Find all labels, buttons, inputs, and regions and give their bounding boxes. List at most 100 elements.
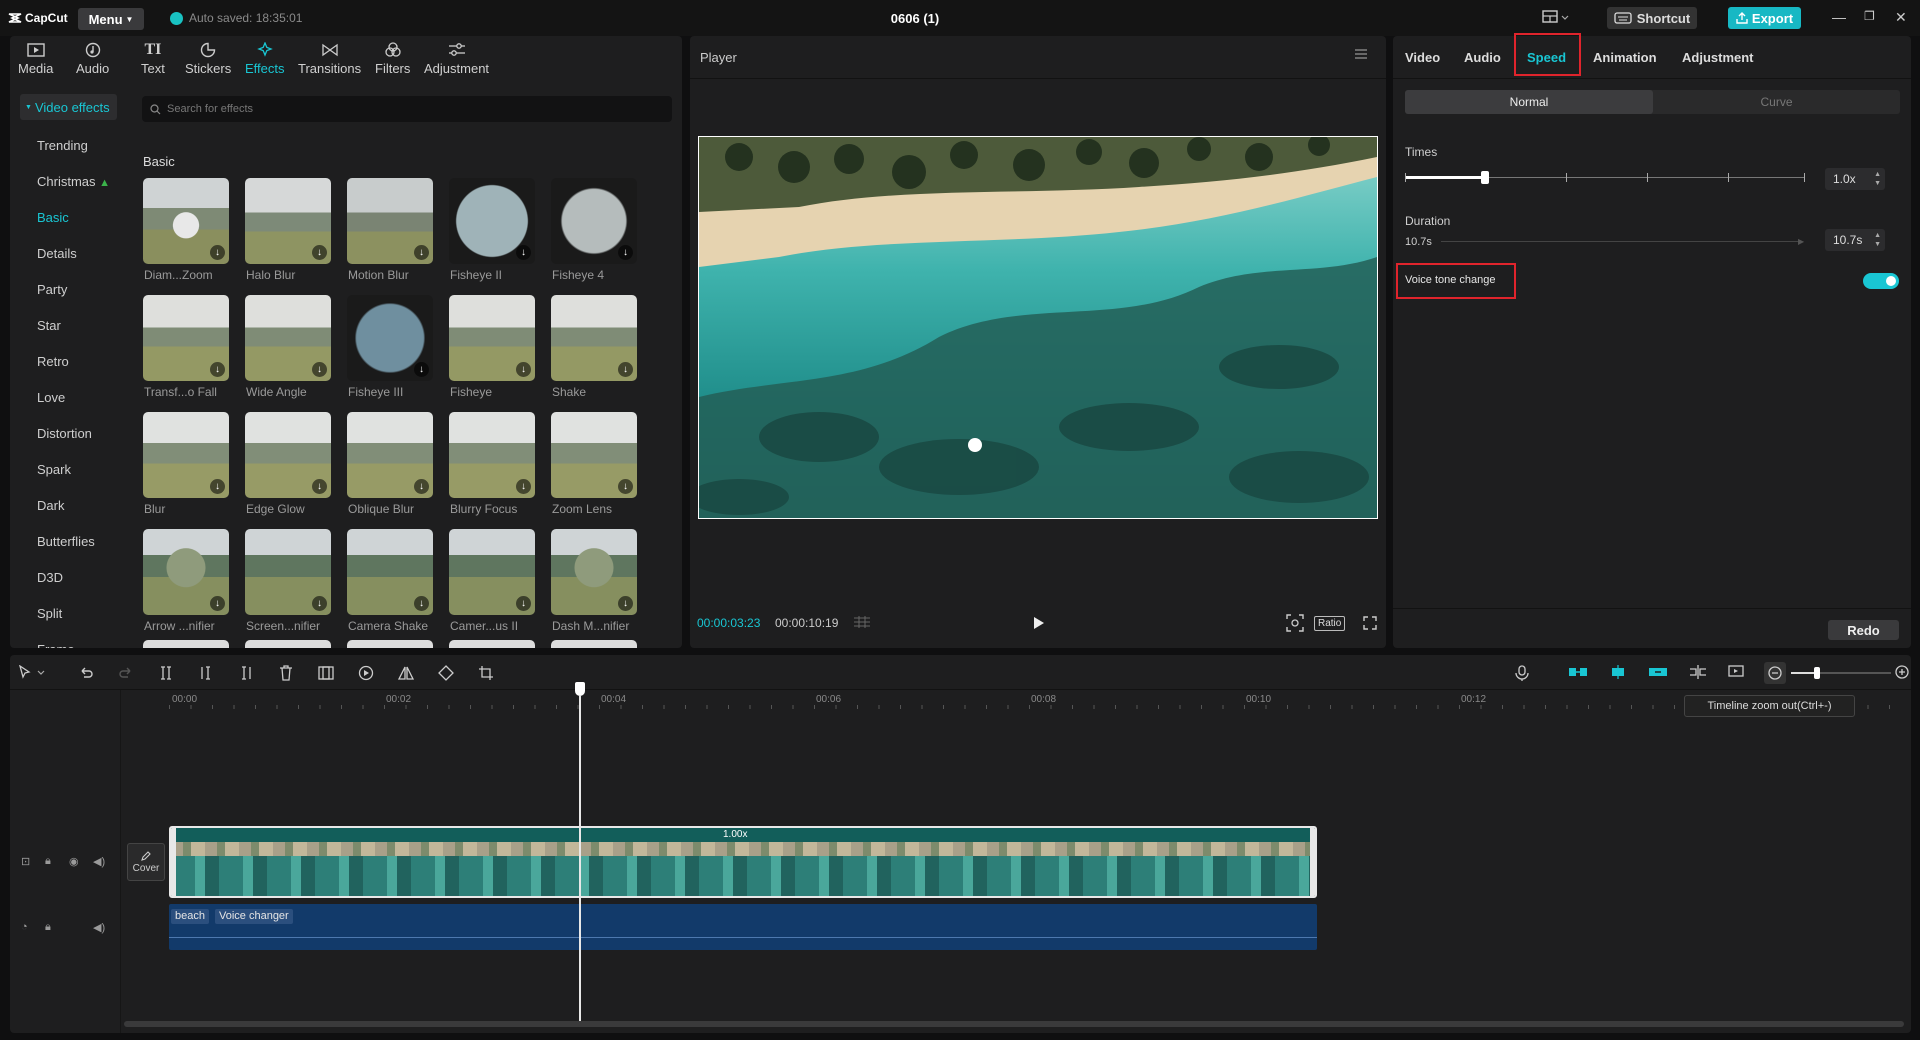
effect-thumbnail[interactable]: ↓ <box>551 529 637 615</box>
linkage-icon[interactable] <box>1648 665 1668 679</box>
nav-christmas[interactable]: Christmas ▲ <box>37 174 110 189</box>
select-cursor-icon[interactable] <box>18 665 46 681</box>
menu-button[interactable]: Menu ▼ <box>78 8 144 30</box>
effect-thumb-partial[interactable] <box>143 640 229 648</box>
effect-thumbnail[interactable]: ↓ <box>551 412 637 498</box>
project-title[interactable]: 0606 (1) <box>860 11 970 26</box>
zoom-slider-handle[interactable] <box>1814 667 1820 679</box>
split-preview-icon[interactable] <box>1688 665 1708 679</box>
nav-details[interactable]: Details <box>37 246 77 261</box>
download-icon[interactable]: ↓ <box>414 479 429 494</box>
download-icon[interactable]: ↓ <box>210 362 225 377</box>
tab-adjustment[interactable]: Adjustment <box>424 42 489 76</box>
effect-thumbnail[interactable]: ↓ <box>245 412 331 498</box>
nav-d3d[interactable]: D3D <box>37 570 63 585</box>
tab-effects[interactable]: Effects <box>245 42 285 76</box>
download-icon[interactable]: ↓ <box>618 245 633 260</box>
rotate-icon[interactable] <box>438 665 454 681</box>
delete-left-icon[interactable] <box>198 665 214 681</box>
effect-thumbnail[interactable]: ↓ <box>143 529 229 615</box>
split-icon[interactable] <box>158 665 174 681</box>
effect-thumbnail[interactable]: ↓ <box>449 295 535 381</box>
effect-thumbnail[interactable]: ↓ <box>347 295 433 381</box>
download-icon[interactable]: ↓ <box>210 245 225 260</box>
nav-party[interactable]: Party <box>37 282 67 297</box>
effect-thumbnail[interactable]: ↓ <box>449 529 535 615</box>
download-icon[interactable]: ↓ <box>618 362 633 377</box>
nav-basic[interactable]: Basic <box>37 210 69 225</box>
tab-stickers[interactable]: Stickers <box>185 42 231 76</box>
download-icon[interactable]: ↓ <box>516 479 531 494</box>
effect-thumb-partial[interactable] <box>347 640 433 648</box>
zoom-out-icon[interactable] <box>1764 662 1786 684</box>
download-icon[interactable]: ↓ <box>312 479 327 494</box>
undo-icon[interactable] <box>78 665 94 681</box>
freeze-frame-icon[interactable] <box>318 665 334 681</box>
download-icon[interactable]: ↓ <box>414 245 429 260</box>
effect-thumbnail[interactable]: ↓ <box>449 412 535 498</box>
fullscreen-icon[interactable] <box>1363 616 1377 630</box>
clip-trim-left[interactable] <box>171 828 176 896</box>
download-icon[interactable]: ↓ <box>516 245 531 260</box>
effect-thumbnail[interactable]: ↓ <box>551 178 637 264</box>
effect-thumbnail[interactable]: ↓ <box>347 529 433 615</box>
effect-thumbnail[interactable]: ↓ <box>245 295 331 381</box>
playhead-line[interactable] <box>579 695 581 1027</box>
effect-thumb-partial[interactable] <box>449 640 535 648</box>
effect-thumb-partial[interactable] <box>245 640 331 648</box>
nav-distortion[interactable]: Distortion <box>37 426 92 441</box>
download-icon[interactable]: ↓ <box>618 479 633 494</box>
download-icon[interactable]: ↓ <box>210 479 225 494</box>
tab-audio[interactable]: Audio <box>76 42 109 76</box>
download-icon[interactable]: ↓ <box>618 596 633 611</box>
effect-thumbnail[interactable]: ↓ <box>449 178 535 264</box>
speaker-icon[interactable]: ◀︎) <box>93 921 105 934</box>
tab-text[interactable]: TI Text <box>141 42 165 77</box>
restore-icon[interactable]: ❐ <box>1864 9 1875 23</box>
cover-button[interactable]: Cover <box>127 843 165 881</box>
ratio-button[interactable]: Ratio <box>1314 616 1346 631</box>
tab-audio-props[interactable]: Audio <box>1464 50 1501 65</box>
video-effects-category[interactable]: ▼ Video effects <box>20 94 117 120</box>
delete-right-icon[interactable] <box>238 665 254 681</box>
grid-view-icon[interactable] <box>853 616 871 628</box>
nav-love[interactable]: Love <box>37 390 65 405</box>
redo-icon[interactable] <box>118 665 134 681</box>
download-icon[interactable]: ↓ <box>210 596 225 611</box>
effects-search-input[interactable]: Search for effects <box>142 96 672 122</box>
nav-split[interactable]: Split <box>37 606 62 621</box>
effect-thumbnail[interactable]: ↓ <box>551 295 637 381</box>
tab-adjustment-props[interactable]: Adjustment <box>1682 50 1754 65</box>
stepper-arrows-icon[interactable]: ▲ ▼ <box>1874 170 1881 188</box>
download-icon[interactable]: ↓ <box>312 245 327 260</box>
download-icon[interactable]: ↓ <box>312 362 327 377</box>
tab-media[interactable]: Media <box>18 42 53 76</box>
fit-screen-icon[interactable] <box>1286 614 1304 632</box>
close-icon[interactable]: ✕ <box>1895 9 1907 26</box>
clip-trim-right[interactable] <box>1310 828 1315 896</box>
download-icon[interactable]: ↓ <box>312 596 327 611</box>
play-icon[interactable] <box>1033 616 1045 630</box>
download-icon[interactable]: ↓ <box>414 596 429 611</box>
nav-retro[interactable]: Retro <box>37 354 69 369</box>
timeline-scrollbar[interactable] <box>124 1021 1904 1027</box>
microphone-icon[interactable] <box>1515 665 1529 681</box>
normal-mode-button[interactable]: Normal <box>1405 90 1653 114</box>
effect-thumbnail[interactable]: ↓ <box>245 178 331 264</box>
nav-dark[interactable]: Dark <box>37 498 64 513</box>
nav-trending[interactable]: Trending <box>37 138 88 153</box>
mirror-icon[interactable] <box>398 665 414 681</box>
nav-star[interactable]: Star <box>37 318 61 333</box>
lock-icon[interactable]: 🔒︎ <box>45 921 51 934</box>
auto-snap-icon[interactable] <box>1608 665 1628 679</box>
playhead-handle[interactable] <box>575 682 585 696</box>
tab-transitions[interactable]: Transitions <box>298 42 361 76</box>
video-clip[interactable]: 1.00x <box>169 826 1317 898</box>
effect-thumbnail[interactable]: ↓ <box>347 412 433 498</box>
effect-thumb-partial[interactable] <box>551 640 637 648</box>
export-button[interactable]: Export <box>1728 7 1801 29</box>
curve-mode-button[interactable]: Curve <box>1653 90 1900 114</box>
tab-animation[interactable]: Animation <box>1593 50 1657 65</box>
tab-filters[interactable]: Filters <box>375 42 410 76</box>
download-icon[interactable]: ↓ <box>516 362 531 377</box>
